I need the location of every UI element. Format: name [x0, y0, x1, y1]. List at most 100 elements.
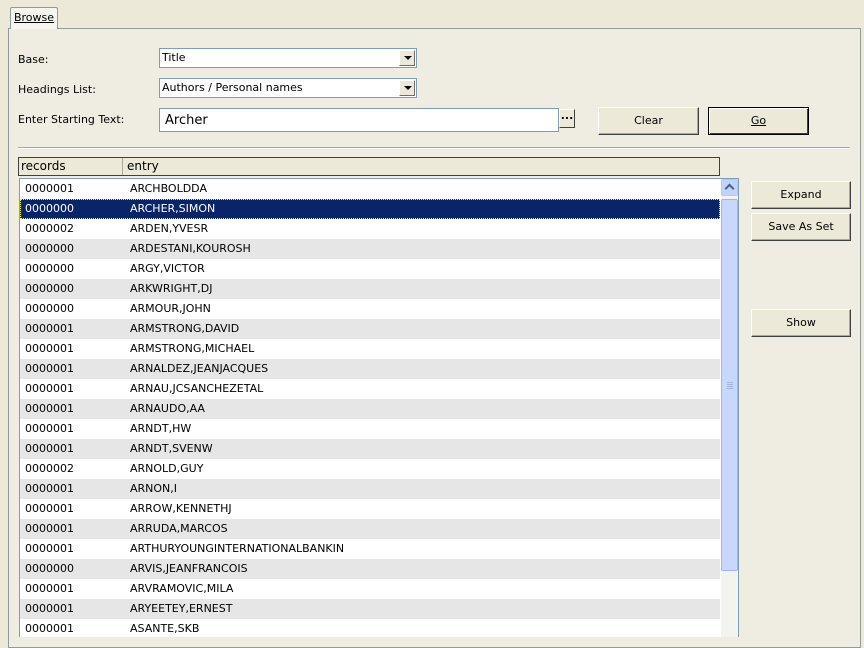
records-cell: 0000000	[25, 282, 74, 295]
list-item[interactable]: 0000001 ARNAUDO,AA	[20, 399, 720, 419]
entry-cell: ARKWRIGHT,DJ	[130, 282, 213, 295]
list-item[interactable]: 0000001 ARVRAMOVIC,MILA	[20, 579, 720, 599]
records-cell: 0000001	[25, 342, 74, 355]
list-item[interactable]: 0000001 ARYEETEY,ERNEST	[20, 599, 720, 619]
list-item[interactable]: 0000001 ARTHURYOUNGINTERNATIONALBANKIN	[20, 539, 720, 559]
entry-cell: ARNOLD,GUY	[130, 462, 204, 475]
entry-cell: ARNAU,JCSANCHEZETAL	[130, 382, 264, 395]
starting-text-label: Enter Starting Text:	[18, 113, 125, 126]
entry-cell: ARRUDA,MARCOS	[130, 522, 228, 535]
list-item[interactable]: 0000001 ASANTE,SKB	[20, 619, 720, 637]
entry-cell: ARNAUDO,AA	[130, 402, 205, 415]
entry-cell: ARGY,VICTOR	[130, 262, 205, 275]
list-item[interactable]: 0000000 ARGY,VICTOR	[20, 259, 720, 279]
tab-browse[interactable]: Browse	[10, 7, 58, 29]
records-cell: 0000001	[25, 582, 74, 595]
records-cell: 0000002	[25, 462, 74, 475]
column-header-entry[interactable]: entry	[123, 158, 719, 175]
entry-cell: ARVIS,JEANFRANCOIS	[130, 562, 248, 575]
entry-cell: ARYEETEY,ERNEST	[130, 602, 233, 615]
list-item[interactable]: 0000002 ARNOLD,GUY	[20, 459, 720, 479]
entry-cell: ARNDT,SVENW	[130, 442, 213, 455]
records-cell: 0000001	[25, 322, 74, 335]
list-item[interactable]: 0000001 ARNAU,JCSANCHEZETAL	[20, 379, 720, 399]
records-cell: 0000001	[25, 502, 74, 515]
go-button-label: Go	[750, 114, 767, 127]
headings-label: Headings List:	[18, 83, 96, 96]
records-cell: 0000001	[25, 402, 74, 415]
records-cell: 0000000	[25, 302, 74, 315]
list-item[interactable]: 0000000 ARVIS,JEANFRANCOIS	[20, 559, 720, 579]
base-select-value: Title	[162, 51, 186, 64]
list-item[interactable]: 0000001 ARNON,I	[20, 479, 720, 499]
starting-text-input[interactable]	[165, 110, 545, 130]
list-item[interactable]: 0000000 ARCHER,SIMON	[20, 199, 720, 219]
save-as-set-button[interactable]: Save As Set	[751, 213, 851, 241]
tab-browse-label: Browse	[13, 11, 55, 24]
headings-rows: 0000001 ARCHBOLDDA 0000000 ARCHER,SIMON 0000…	[20, 179, 720, 637]
vertical-scrollbar[interactable]	[721, 179, 738, 637]
base-label: Base:	[18, 53, 49, 66]
records-cell: 0000000	[25, 242, 74, 255]
headings-select-value: Authors / Personal names	[162, 81, 303, 94]
entry-cell: ARROW,KENNETHJ	[130, 502, 232, 515]
entry-cell: ARMSTRONG,DAVID	[130, 322, 240, 335]
base-select[interactable]: Title	[159, 48, 417, 68]
clear-button[interactable]: Clear	[598, 107, 699, 135]
entry-cell: ARCHBOLDDA	[130, 182, 207, 195]
entry-cell: ARNALDEZ,JEANJACQUES	[130, 362, 269, 375]
list-item[interactable]: 0000000 ARKWRIGHT,DJ	[20, 279, 720, 299]
records-cell: 0000001	[25, 542, 74, 555]
entry-cell: ARVRAMOVIC,MILA	[130, 582, 234, 595]
records-cell: 0000000	[25, 262, 74, 275]
list-item[interactable]: 0000001 ARMSTRONG,MICHAEL	[20, 339, 720, 359]
entry-cell: ARCHER,SIMON	[130, 202, 216, 215]
go-button[interactable]: Go	[708, 107, 809, 135]
list-item[interactable]: 0000001 ARCHBOLDDA	[20, 179, 720, 199]
records-cell: 0000000	[25, 562, 74, 575]
entry-cell: ARDESTANI,KOUROSH	[130, 242, 251, 255]
entry-cell: ARNON,I	[130, 482, 178, 495]
grip-icon	[727, 382, 733, 390]
records-cell: 0000000	[25, 202, 74, 215]
records-cell: 0000001	[25, 482, 74, 495]
records-cell: 0000001	[25, 442, 74, 455]
ellipsis-button[interactable]: ...	[559, 109, 575, 128]
records-cell: 0000001	[25, 362, 74, 375]
entry-cell: ARMOUR,JOHN	[130, 302, 211, 315]
chevron-down-icon[interactable]	[399, 50, 415, 66]
column-header-records[interactable]: records	[19, 158, 123, 175]
records-cell: 0000002	[25, 222, 74, 235]
records-cell: 0000001	[25, 382, 74, 395]
separator	[18, 147, 850, 149]
list-item[interactable]: 0000000 ARMOUR,JOHN	[20, 299, 720, 319]
entry-cell: ARMSTRONG,MICHAEL	[130, 342, 255, 355]
list-header: records entry	[18, 157, 720, 176]
list-item[interactable]: 0000001 ARRUDA,MARCOS	[20, 519, 720, 539]
list-item[interactable]: 0000001 ARMSTRONG,DAVID	[20, 319, 720, 339]
entry-cell: ARDEN,YVESR	[130, 222, 209, 235]
records-cell: 0000001	[25, 602, 74, 615]
expand-button[interactable]: Expand	[751, 181, 851, 209]
show-button[interactable]: Show	[751, 309, 851, 337]
list-item[interactable]: 0000001 ARNALDEZ,JEANJACQUES	[20, 359, 720, 379]
scroll-up-icon[interactable]	[721, 179, 738, 196]
entry-cell: ARNDT,HW	[130, 422, 192, 435]
records-cell: 0000001	[25, 522, 74, 535]
records-cell: 0000001	[25, 422, 74, 435]
list-item[interactable]: 0000002 ARDEN,YVESR	[20, 219, 720, 239]
list-item[interactable]: 0000001 ARROW,KENNETHJ	[20, 499, 720, 519]
entry-cell: ASANTE,SKB	[130, 622, 200, 635]
list-item[interactable]: 0000001 ARNDT,HW	[20, 419, 720, 439]
headings-list[interactable]: 0000001 ARCHBOLDDA 0000000 ARCHER,SIMON 0000…	[19, 178, 739, 637]
list-item[interactable]: 0000001 ARNDT,SVENW	[20, 439, 720, 459]
starting-text-field[interactable]	[159, 108, 559, 132]
list-item[interactable]: 0000000 ARDESTANI,KOUROSH	[20, 239, 720, 259]
headings-select[interactable]: Authors / Personal names	[159, 78, 417, 98]
chevron-down-icon[interactable]	[399, 80, 415, 96]
records-cell: 0000001	[25, 622, 74, 635]
tab-strip: Browse	[0, 0, 864, 30]
scroll-thumb[interactable]	[721, 199, 738, 571]
entry-cell: ARTHURYOUNGINTERNATIONALBANKIN	[130, 542, 345, 555]
records-cell: 0000001	[25, 182, 74, 195]
